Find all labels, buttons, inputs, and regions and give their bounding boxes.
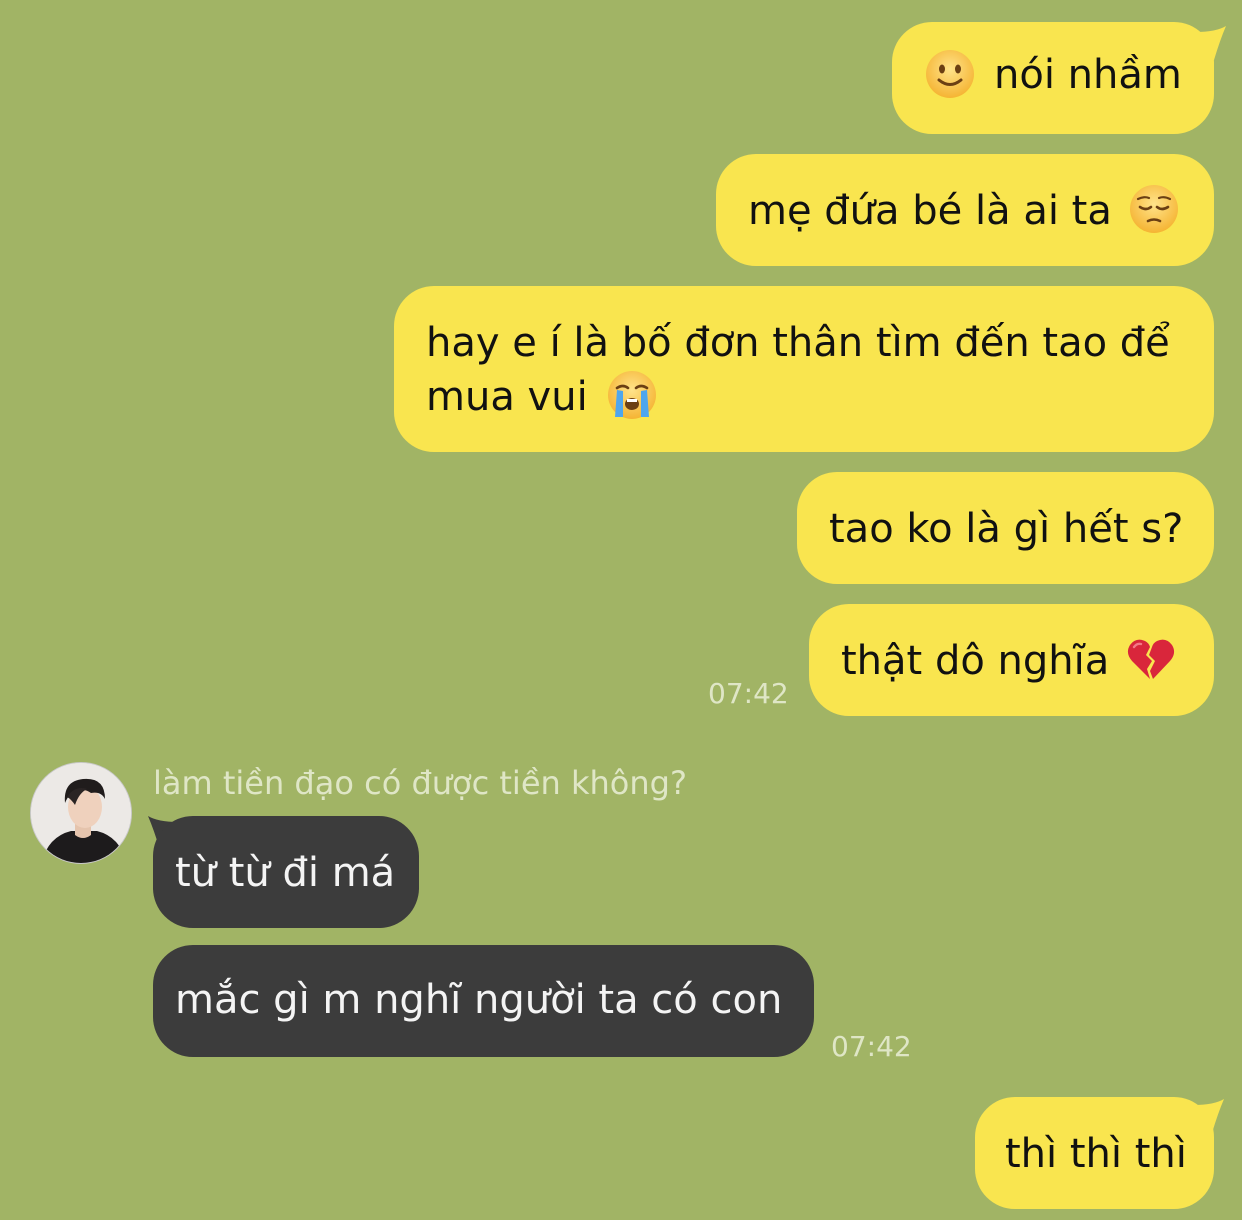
outgoing-message[interactable]: nói nhầm (892, 22, 1214, 134)
message-text: mắc gì m nghĩ người ta có con (175, 977, 783, 1023)
outgoing-message[interactable]: thật dô nghĩa (809, 604, 1214, 716)
outgoing-message[interactable]: thì thì thì (975, 1097, 1214, 1209)
person-avatar-icon (31, 763, 131, 863)
outgoing-message[interactable]: hay e í là bố đơn thân tìm đến tao để mu… (394, 286, 1214, 452)
message-text: mẹ đứa bé là ai ta (748, 188, 1112, 234)
sender-name: làm tiền đạo có được tiền không? (153, 764, 687, 802)
outgoing-message[interactable]: mẹ đứa bé là ai ta (716, 154, 1214, 266)
message-text: nói nhầm (994, 52, 1182, 98)
pensive-face-icon (1129, 185, 1178, 233)
message-text: tao ko là gì hết s? (829, 506, 1184, 552)
message-text-line: mua vui (426, 374, 588, 420)
bubble-tail (1196, 26, 1226, 60)
incoming-message[interactable]: mắc gì m nghĩ người ta có con (153, 945, 814, 1057)
message-text: thật dô nghĩa (841, 638, 1110, 684)
slightly-smiling-face-icon (926, 50, 974, 98)
bubble-tail (1194, 1099, 1224, 1133)
avatar[interactable] (30, 762, 132, 864)
loudly-crying-face-icon (607, 371, 656, 419)
message-text-line: hay e í là bố đơn thân tìm đến tao để (426, 320, 1170, 366)
broken-heart-icon (1128, 639, 1175, 679)
outgoing-message[interactable]: tao ko là gì hết s? (797, 472, 1214, 584)
incoming-message[interactable]: từ từ đi má (153, 816, 419, 928)
message-timestamp: 07:42 (831, 1030, 912, 1063)
message-timestamp: 07:42 (708, 677, 789, 710)
message-text: thì thì thì (1005, 1131, 1187, 1177)
message-text: từ từ đi má (175, 850, 396, 896)
